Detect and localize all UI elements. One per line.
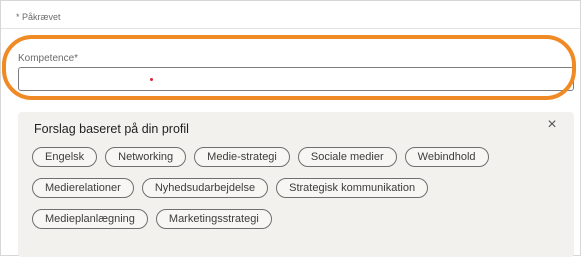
suggestions-title: Forslag baseret på din profil	[34, 122, 189, 136]
chip-row: Medierelationer Nyhedsudarbejdelse Strat…	[32, 178, 572, 198]
divider	[1, 28, 581, 29]
chip-strategisk-kommunikation[interactable]: Strategisk kommunikation	[276, 178, 429, 198]
skill-input[interactable]	[18, 67, 574, 91]
chip-row: Engelsk Networking Medie-strategi Social…	[32, 147, 572, 167]
chip-marketingsstrategi[interactable]: Marketingsstrategi	[155, 209, 272, 229]
chip-medieplanlaegning[interactable]: Medieplanlægning	[32, 209, 148, 229]
suggestions-panel: Forslag baseret på din profil × Engelsk …	[18, 112, 574, 257]
required-note: * Påkrævet	[16, 12, 61, 22]
suggestion-chips: Engelsk Networking Medie-strategi Social…	[32, 147, 572, 240]
chip-webindhold[interactable]: Webindhold	[404, 147, 489, 167]
chip-medierelationer[interactable]: Medierelationer	[32, 178, 134, 198]
chip-row: Medieplanlægning Marketingsstrategi	[32, 209, 572, 229]
chip-nyhedsudarbejdelse[interactable]: Nyhedsudarbejdelse	[141, 178, 269, 198]
chip-medie-strategi[interactable]: Medie-strategi	[194, 147, 290, 167]
chip-sociale-medier[interactable]: Sociale medier	[297, 147, 397, 167]
cursor-dot	[150, 78, 153, 81]
skill-field-label: Kompetence*	[18, 53, 79, 64]
chip-engelsk[interactable]: Engelsk	[32, 147, 98, 167]
chip-networking[interactable]: Networking	[105, 147, 187, 167]
form-card: * Påkrævet Kompetence* Forslag baseret p…	[0, 0, 581, 257]
close-icon[interactable]: ×	[544, 117, 560, 133]
